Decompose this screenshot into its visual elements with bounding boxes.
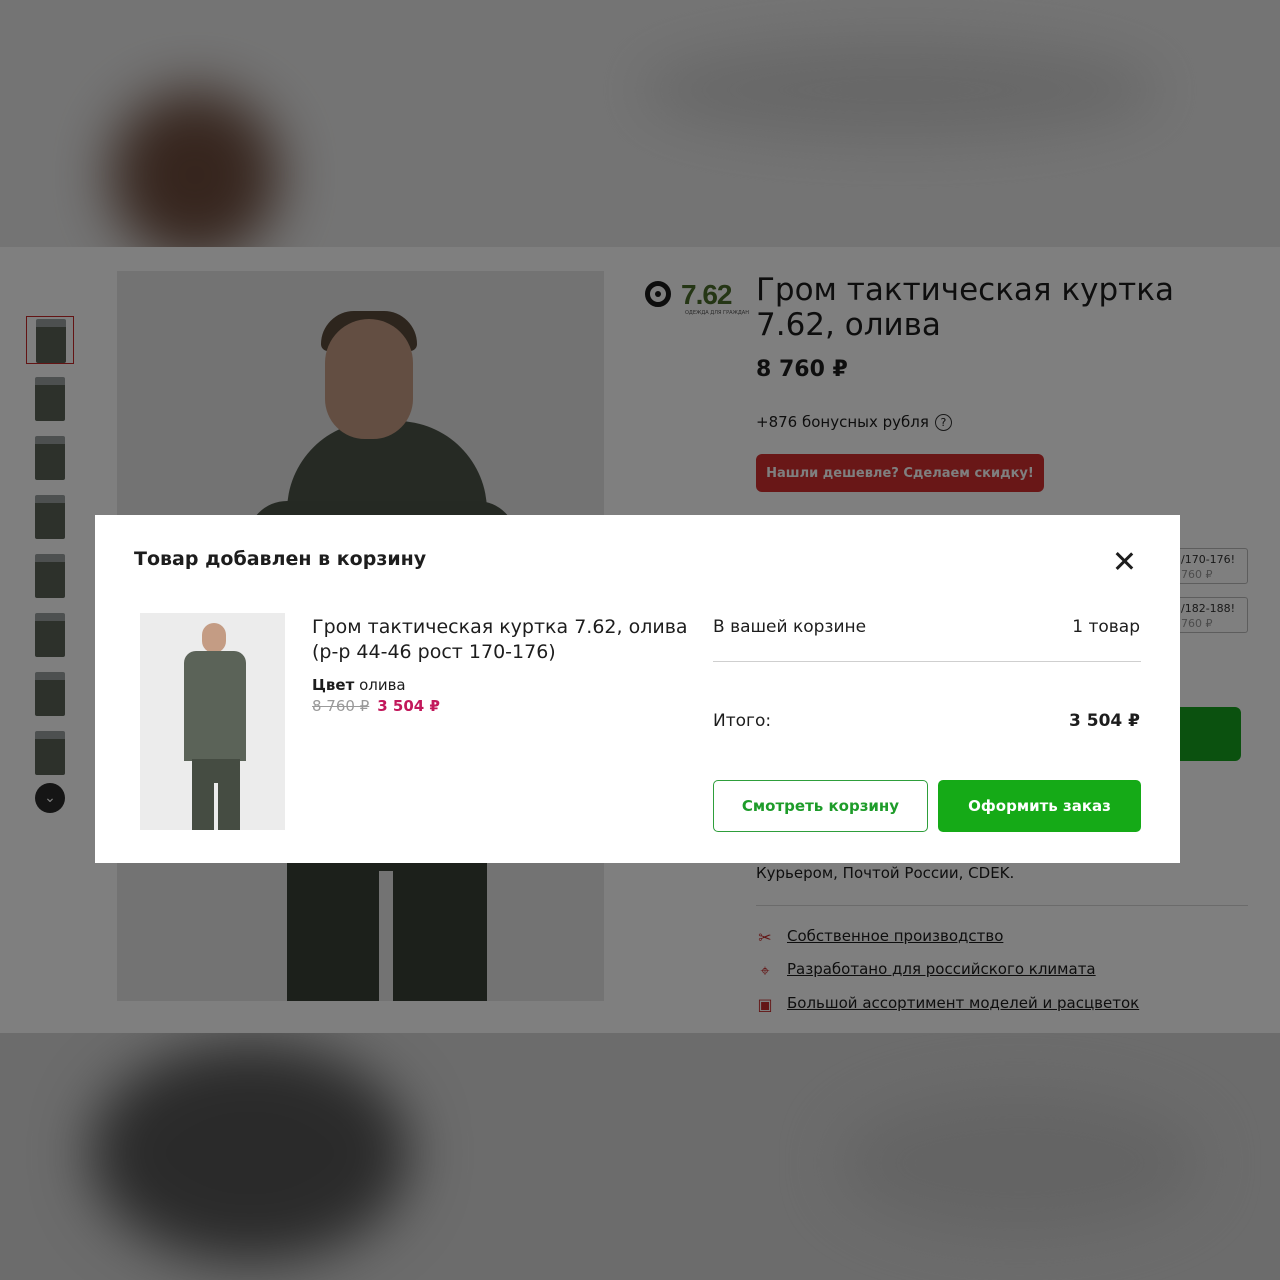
- discounted-price: 3 504 ₽: [377, 697, 440, 715]
- cart-item-prices: 8 760 ₽ 3 504 ₽: [312, 697, 440, 715]
- checkout-button[interactable]: Оформить заказ: [938, 780, 1141, 832]
- divider: [713, 661, 1141, 662]
- cart-item-name[interactable]: Гром тактическая куртка 7.62, олива (р-р…: [312, 615, 692, 665]
- old-price: 8 760 ₽: [312, 697, 370, 715]
- cart-item-photo[interactable]: [140, 613, 285, 830]
- modal-title: Товар добавлен в корзину: [134, 548, 427, 570]
- added-to-cart-modal: Товар добавлен в корзину Гром тактическа…: [95, 515, 1180, 863]
- cart-item-count: 1 товар: [1072, 617, 1140, 637]
- cart-item-color: Цвет олива: [312, 676, 406, 694]
- total-value: 3 504 ₽: [1069, 711, 1140, 731]
- close-icon[interactable]: [1111, 548, 1137, 574]
- total-label: Итого:: [713, 711, 772, 731]
- cart-summary-label: В вашей корзине: [713, 617, 867, 637]
- view-cart-button[interactable]: Смотреть корзину: [713, 780, 928, 832]
